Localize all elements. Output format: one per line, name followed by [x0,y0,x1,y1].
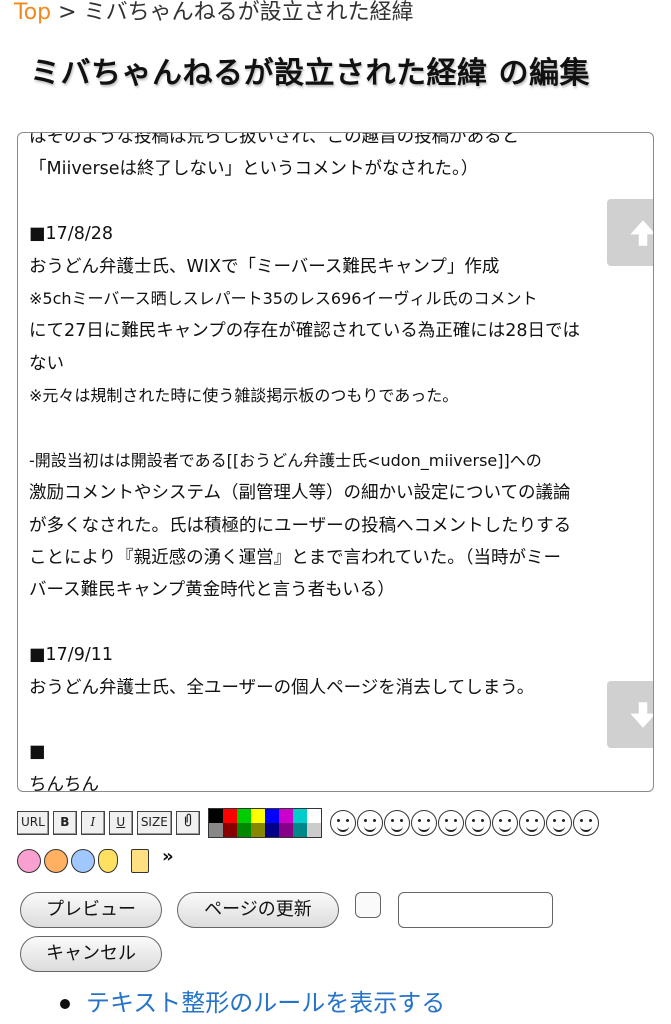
more-button[interactable]: » [162,846,174,867]
color-swatch[interactable] [236,809,251,823]
option-checkbox[interactable] [355,892,381,918]
editor-line: ■17/9/11 [29,645,113,666]
italic-button[interactable]: I [80,811,105,835]
worried-face-icon[interactable] [464,810,491,836]
breadcrumb-top-link[interactable]: Top [14,0,51,25]
breadcrumb: Top > ミバちゃんねるが設立された経緯 [14,0,414,28]
sweat-face-icon[interactable] [491,810,518,836]
editor-line: 「Miiverseは終了しない」というコメントがなされた。） [29,159,479,180]
blush-face-icon[interactable] [545,810,572,836]
color-swatch[interactable] [222,809,237,823]
tongue-face-icon[interactable] [383,810,410,836]
breadcrumb-separator: > [58,0,77,25]
happy-face-icon[interactable] [437,810,464,836]
scroll-up-button[interactable] [607,199,653,266]
format-toolbar-2: » [17,846,174,876]
editor-line: はそのような投稿は荒らし扱いされ、この趣旨の投稿があると [29,132,520,147]
editor-line: ことにより『親近感の湧く運営』とまで言われていた。（当時がミー [29,548,561,569]
color-swatch[interactable] [236,823,251,837]
bold-button[interactable]: B [52,811,77,835]
bullet [60,999,70,1009]
format-toolbar: URL B I U SIZE [17,808,600,838]
url-button[interactable]: URL [17,811,49,835]
note-icon[interactable] [131,849,149,873]
scroll-down-button[interactable] [607,681,653,748]
size-button[interactable]: SIZE [136,811,172,835]
color-swatch[interactable] [208,823,223,837]
color-palette[interactable] [207,808,322,838]
color-swatch[interactable] [264,809,279,823]
color-swatch[interactable] [278,823,293,837]
underline-button[interactable]: U [108,811,133,835]
color-swatch[interactable] [250,823,265,837]
color-swatch[interactable] [306,809,321,823]
cry-face-icon[interactable] [518,810,545,836]
editor-line: ちんちん [29,774,99,792]
editor-line: ※5chミーバース晒しスレパート35のレス696イーヴィル氏のコメント [29,288,538,308]
editor-line: が多くなされた。氏は積極的にユーザーの投稿へコメントしたりする [29,515,572,536]
editor-line: 激励コメントやシステム（副管理人等）の細かい設定についての議論 [29,483,571,504]
editor-line: にて27日に難民キャンプの存在が確認されている為正確には28日では [29,321,580,342]
heart-icon[interactable] [17,849,41,873]
star-icon[interactable] [44,849,68,873]
editor-line: ※元々は規制された時に使う雑談掲示板のつもりであった。 [29,386,459,406]
editor-line: ■17/8/28 [29,224,113,245]
lightbulb-icon[interactable] [98,849,118,873]
edit-textarea[interactable]: はそのような投稿は荒らし扱いされ、この趣旨の投稿があると「Miiverseは終了… [17,132,654,792]
paperclip-icon [184,813,191,827]
editor-line: おうどん弁護士氏、全ユーザーの個人ページを消去してしまう。 [29,677,535,698]
format-rules-link[interactable]: テキスト整形のルールを表示する [86,989,445,1017]
smile-face-icon[interactable] [329,810,356,836]
color-swatch[interactable] [250,809,265,823]
color-swatch[interactable] [306,823,321,837]
question-icon[interactable] [71,849,95,873]
color-swatch[interactable] [222,823,237,837]
color-swatch[interactable] [292,823,307,837]
update-page-button[interactable]: ページの更新 [177,892,339,928]
sad-face-icon[interactable] [410,810,437,836]
editor-line: バース難民キャンプ黄金時代と言う者もいる） [29,580,395,601]
breadcrumb-current: ミバちゃんねるが設立された経緯 [83,0,414,25]
color-swatch[interactable] [264,823,279,837]
attach-button[interactable] [175,811,200,835]
text-input[interactable] [398,892,553,928]
editor-content: はそのような投稿は荒らし扱いされ、この趣旨の投稿があると「Miiverseは終了… [29,132,647,792]
editor-line: -開設当初はは開設者である[[おうどん弁護士氏<udon_miiverse]]へ… [29,450,542,470]
color-swatch[interactable] [208,809,223,823]
arrow-up-icon [630,219,653,246]
arrow-down-icon [630,701,653,728]
editor-line: おうどん弁護士氏、WIXで「ミーバース難民キャンプ」作成 [29,256,500,277]
shock-face-icon[interactable] [572,810,599,836]
grin-face-icon[interactable] [356,810,383,836]
page-title: ミバちゃんねるが設立された経緯 の編集 [30,56,590,91]
color-swatch[interactable] [278,809,293,823]
editor-line: ない [29,353,64,374]
preview-button[interactable]: プレビュー [20,892,162,928]
cancel-button[interactable]: キャンセル [20,936,162,972]
color-swatch[interactable] [292,809,307,823]
editor-line: ■ [29,742,46,763]
help-list-item: テキスト整形のルールを表示する [60,985,445,1021]
